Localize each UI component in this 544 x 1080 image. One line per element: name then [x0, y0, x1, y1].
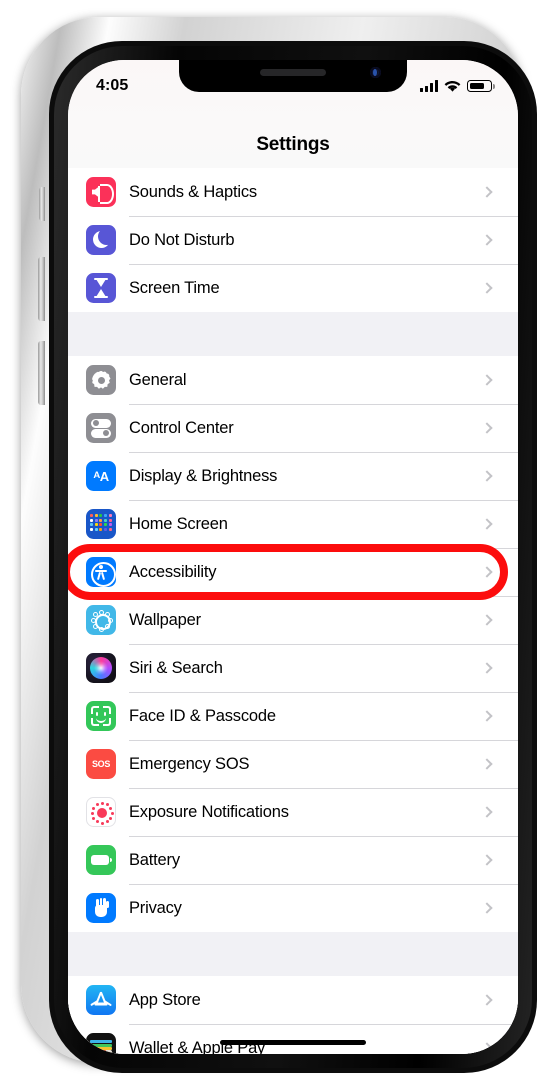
row-label: General — [129, 370, 187, 389]
sos-text: SOS — [91, 759, 111, 769]
row-label: Privacy — [129, 898, 182, 917]
display-icon-big-a: A — [99, 468, 109, 484]
chevron-right-icon — [481, 470, 493, 482]
row-label: Display & Brightness — [129, 466, 278, 485]
row-label: App Store — [129, 990, 201, 1009]
phone-frame: Settings 4:05 Sounds & Haptics Do Not Di… — [21, 17, 537, 1073]
settings-row-control-center[interactable]: Control Center — [68, 404, 518, 452]
chevron-right-icon — [481, 902, 493, 914]
emergency-sos-icon: SOS — [86, 749, 116, 779]
row-label: Do Not Disturb — [129, 230, 235, 249]
row-label: Emergency SOS — [129, 754, 250, 773]
settings-row-general[interactable]: General — [68, 356, 518, 404]
wallpaper-icon — [86, 605, 116, 635]
row-label: Battery — [129, 850, 180, 869]
chevron-right-icon — [481, 566, 493, 578]
settings-row-face-id-passcode[interactable]: Face ID & Passcode — [68, 692, 518, 740]
settings-row-wallet-apple-pay[interactable]: Wallet & Apple Pay — [68, 1024, 518, 1054]
settings-row-battery[interactable]: Battery — [68, 836, 518, 884]
row-label: Wallpaper — [129, 610, 201, 629]
chevron-right-icon — [481, 614, 493, 626]
chevron-right-icon — [481, 854, 493, 866]
group-separator — [68, 312, 518, 356]
chevron-right-icon — [481, 518, 493, 530]
mute-switch-button[interactable] — [39, 187, 45, 221]
row-label: Home Screen — [129, 514, 228, 533]
settings-row-siri-search[interactable]: Siri & Search — [68, 644, 518, 692]
chevron-right-icon — [481, 662, 493, 674]
phone-screen: Settings 4:05 Sounds & Haptics Do Not Di… — [68, 60, 518, 1054]
chevron-right-icon — [481, 234, 493, 246]
home-screen-icon — [86, 509, 116, 539]
battery-settings-icon — [86, 845, 116, 875]
settings-list[interactable]: Sounds & Haptics Do Not Disturb Screen T… — [68, 168, 518, 1054]
settings-row-privacy[interactable]: Privacy — [68, 884, 518, 932]
sounds-haptics-icon — [86, 177, 116, 207]
chevron-right-icon — [481, 374, 493, 386]
chevron-right-icon — [481, 710, 493, 722]
row-label: Control Center — [129, 418, 234, 437]
settings-row-wallpaper[interactable]: Wallpaper — [68, 596, 518, 644]
volume-down-button[interactable] — [38, 341, 45, 405]
chevron-right-icon — [481, 758, 493, 770]
settings-row-screen-time[interactable]: Screen Time — [68, 264, 518, 312]
control-center-icon — [86, 413, 116, 443]
settings-row-emergency-sos[interactable]: SOS Emergency SOS — [68, 740, 518, 788]
wallet-icon — [86, 1033, 116, 1054]
siri-search-icon — [86, 653, 116, 683]
privacy-hand-icon — [86, 893, 116, 923]
exposure-notifications-icon — [86, 797, 116, 827]
group-separator — [68, 932, 518, 976]
settings-row-sounds-haptics[interactable]: Sounds & Haptics — [68, 168, 518, 216]
status-time: 4:05 — [96, 77, 129, 94]
front-camera-icon — [370, 67, 381, 78]
row-label: Siri & Search — [129, 658, 223, 677]
accessibility-icon — [86, 557, 116, 587]
chevron-right-icon — [481, 994, 493, 1006]
row-label: Exposure Notifications — [129, 802, 289, 821]
chevron-right-icon — [481, 186, 493, 198]
home-indicator — [220, 1040, 366, 1045]
app-store-icon — [86, 985, 116, 1015]
settings-row-app-store[interactable]: App Store — [68, 976, 518, 1024]
row-label: Screen Time — [129, 278, 220, 297]
screen-time-icon — [86, 273, 116, 303]
settings-group-2: General Control Center A A Display & Bri… — [68, 356, 518, 932]
volume-up-button[interactable] — [38, 257, 45, 321]
gear-icon — [86, 365, 116, 395]
cellular-bars-icon — [420, 80, 438, 92]
chevron-right-icon — [481, 282, 493, 294]
settings-row-home-screen[interactable]: Home Screen — [68, 500, 518, 548]
face-id-icon — [86, 701, 116, 731]
settings-group-1: Sounds & Haptics Do Not Disturb Screen T… — [68, 168, 518, 312]
chevron-right-icon — [481, 806, 493, 818]
battery-icon — [467, 80, 495, 92]
chevron-right-icon — [481, 1042, 493, 1054]
settings-row-display-brightness[interactable]: AA Display & Brightness — [68, 452, 518, 500]
row-label: Sounds & Haptics — [129, 182, 257, 201]
row-label: Face ID & Passcode — [129, 706, 276, 725]
wifi-icon — [444, 80, 461, 92]
page-title: Settings — [256, 134, 330, 155]
status-indicators — [420, 80, 495, 93]
earpiece-speaker-icon — [260, 69, 326, 76]
settings-row-accessibility[interactable]: Accessibility — [68, 548, 518, 596]
row-label: Accessibility — [129, 562, 217, 581]
do-not-disturb-icon — [86, 225, 116, 255]
chevron-right-icon — [481, 422, 493, 434]
notch — [179, 60, 407, 92]
settings-row-do-not-disturb[interactable]: Do Not Disturb — [68, 216, 518, 264]
display-brightness-icon: AA — [86, 461, 116, 491]
screenshot-stage: Settings 4:05 Sounds & Haptics Do Not Di… — [0, 0, 544, 1080]
settings-row-exposure-notifications[interactable]: Exposure Notifications — [68, 788, 518, 836]
